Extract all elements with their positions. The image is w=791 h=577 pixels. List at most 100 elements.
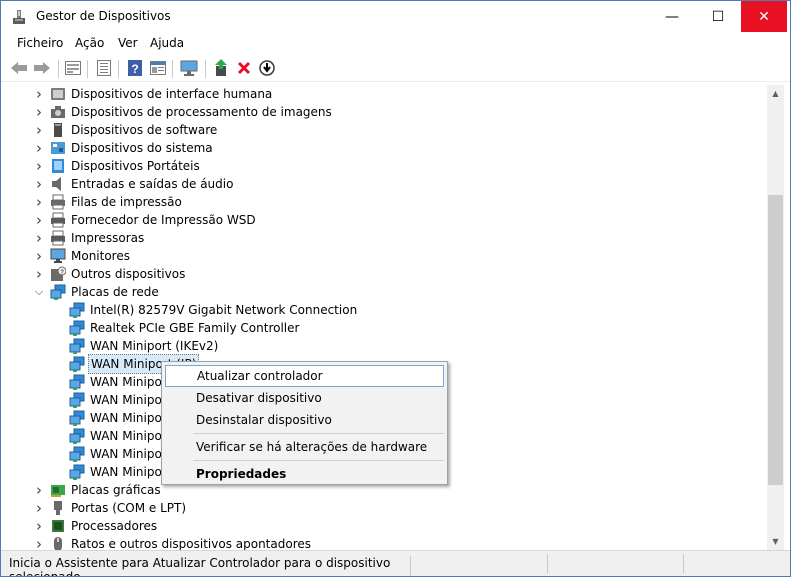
tree-category-row[interactable]: › Fornecedor de Impressão WSD	[33, 211, 258, 229]
expand-chevron-icon[interactable]: ›	[33, 499, 45, 517]
tree-device-row[interactable]: Intel(R) 82579V Gigabit Network Connecti…	[64, 301, 359, 319]
tree-device-row[interactable]: WAN Miniport	[64, 463, 173, 481]
collapse-chevron-icon[interactable]: ⌵	[33, 283, 45, 301]
help-icon[interactable]: ?	[126, 59, 144, 77]
tree-item-label: Realtek PCIe GBE Family Controller	[90, 321, 300, 335]
tree-item-label: WAN Miniport (IKEv2)	[90, 339, 219, 353]
tree-category-row[interactable]: ⌵ Placas de rede	[33, 283, 161, 301]
list-icon[interactable]	[95, 59, 113, 77]
properties-icon[interactable]	[64, 59, 82, 77]
expand-chevron-icon[interactable]: ›	[33, 121, 45, 139]
scroll-up-icon[interactable]: ▲	[767, 85, 784, 102]
tree-category-row[interactable]: › Dispositivos de interface humana	[33, 85, 274, 103]
tree-device-row[interactable]: WAN Miniport	[64, 373, 173, 391]
tree-category-row[interactable]: › Ratos e outros dispositivos apontadores	[33, 535, 313, 550]
device-manager-app-icon	[13, 10, 25, 24]
network-adapter-icon	[69, 320, 85, 336]
toolbar: ?	[1, 54, 790, 82]
expand-chevron-icon[interactable]: ›	[33, 229, 45, 247]
tree-device-row[interactable]: WAN Miniport	[64, 427, 173, 445]
expand-chevron-icon[interactable]: ›	[33, 157, 45, 175]
window-title: Gestor de Dispositivos	[36, 9, 171, 23]
tree-category-row[interactable]: › Placas gráficas	[33, 481, 163, 499]
context-menu-separator	[193, 433, 444, 434]
tree-category-row[interactable]: ›? Outros dispositivos	[33, 265, 187, 283]
context-menu-item[interactable]: Desativar dispositivo	[165, 387, 444, 409]
network-adapter-icon	[69, 464, 85, 480]
expand-chevron-icon[interactable]: ›	[33, 85, 45, 103]
tree-item-label: Processadores	[71, 519, 158, 533]
tree-device-row[interactable]: WAN Miniport	[64, 445, 173, 463]
toolbar-separator	[172, 60, 173, 78]
maximize-button[interactable]: ☐	[695, 1, 741, 32]
context-menu-item[interactable]: Desinstalar dispositivo	[165, 409, 444, 431]
update-driver-icon[interactable]	[212, 59, 230, 77]
context-menu-item[interactable]: Propriedades	[165, 463, 444, 485]
processor-icon	[52, 520, 64, 532]
tree-item-label: Ratos e outros dispositivos apontadores	[71, 537, 312, 550]
tree-item-label: Outros dispositivos	[71, 267, 186, 281]
scroll-down-icon[interactable]: ▼	[767, 533, 784, 550]
network-adapter-icon	[69, 428, 85, 444]
status-pane	[547, 554, 548, 573]
context-menu-item[interactable]: Verificar se há alterações de hardware	[165, 436, 444, 458]
hid-icon	[51, 88, 65, 100]
uninstall-icon[interactable]	[235, 59, 253, 77]
expand-chevron-icon[interactable]: ›	[33, 247, 45, 265]
expand-chevron-icon[interactable]: ›	[33, 265, 45, 283]
expand-chevron-icon[interactable]: ›	[33, 193, 45, 211]
tree-item-label: Placas gráficas	[71, 483, 161, 497]
vertical-scrollbar[interactable]: ▲ ▼	[767, 85, 784, 550]
toolbar-separator	[118, 60, 119, 78]
tree-item-label: Monitores	[71, 249, 130, 263]
tree-device-row[interactable]: Realtek PCIe GBE Family Controller	[64, 319, 301, 337]
context-menu-item[interactable]: Atualizar controlador	[165, 365, 444, 387]
tree-category-row[interactable]: › Processadores	[33, 517, 159, 535]
printer-icon	[51, 212, 65, 228]
back-arrow-icon[interactable]	[10, 59, 28, 77]
tree-category-row[interactable]: › Impressoras	[33, 229, 146, 247]
expand-chevron-icon[interactable]: ›	[33, 211, 45, 229]
expand-chevron-icon[interactable]: ›	[33, 517, 45, 535]
view-icon[interactable]	[149, 59, 167, 77]
tree-category-row[interactable]: › Portas (COM e LPT)	[33, 499, 188, 517]
status-pane	[683, 554, 684, 573]
tree-device-row[interactable]: WAN Miniport (IKEv2)	[64, 337, 220, 355]
tree-category-row[interactable]: › Dispositivos de software	[33, 121, 219, 139]
menu-ficheiro[interactable]: Ficheiro	[17, 36, 63, 50]
forward-arrow-icon[interactable]	[33, 59, 51, 77]
scrollbar-thumb[interactable]	[768, 195, 783, 485]
expand-chevron-icon[interactable]: ›	[33, 175, 45, 193]
toolbar-separator	[205, 60, 206, 78]
minimize-button[interactable]: —	[649, 1, 695, 32]
expand-chevron-icon[interactable]: ›	[33, 481, 45, 499]
speaker-icon	[52, 177, 61, 191]
tree-category-row[interactable]: › Monitores	[33, 247, 132, 265]
tree-item-label: Intel(R) 82579V Gigabit Network Connecti…	[90, 303, 358, 317]
monitor-icon[interactable]	[180, 59, 198, 77]
display-adapter-icon	[51, 485, 65, 497]
network-adapter-icon	[69, 356, 85, 372]
printer-icon	[51, 230, 65, 246]
menu-ver[interactable]: Ver	[118, 36, 138, 50]
title-bar[interactable]: Gestor de Dispositivos — ☐ ✕	[1, 1, 790, 32]
tree-category-row[interactable]: › Filas de impressão	[33, 193, 184, 211]
menu-ajuda[interactable]: Ajuda	[150, 36, 184, 50]
download-icon[interactable]	[258, 59, 276, 77]
network-adapter-icon	[50, 284, 66, 300]
tree-category-row[interactable]: › Entradas e saídas de áudio	[33, 175, 235, 193]
close-button[interactable]: ✕	[741, 1, 787, 32]
menu-acao[interactable]: Ação	[75, 36, 104, 50]
expand-chevron-icon[interactable]: ›	[33, 139, 45, 157]
toolbar-separator	[87, 60, 88, 78]
tree-category-row[interactable]: › Dispositivos de processamento de imagen…	[33, 103, 334, 121]
tree-category-row[interactable]: › Dispositivos Portáteis	[33, 157, 202, 175]
system-device-icon	[51, 142, 65, 154]
expand-chevron-icon[interactable]: ›	[33, 103, 45, 121]
tree-item-label: Placas de rede	[71, 285, 159, 299]
tree-category-row[interactable]: › Dispositivos do sistema	[33, 139, 215, 157]
expand-chevron-icon[interactable]: ›	[33, 535, 45, 550]
status-bar: Inicia o Assistente para Atualizar Contr…	[1, 550, 790, 576]
tree-device-row[interactable]: WAN Miniport	[64, 391, 173, 409]
tree-device-row[interactable]: WAN Miniport	[64, 409, 173, 427]
